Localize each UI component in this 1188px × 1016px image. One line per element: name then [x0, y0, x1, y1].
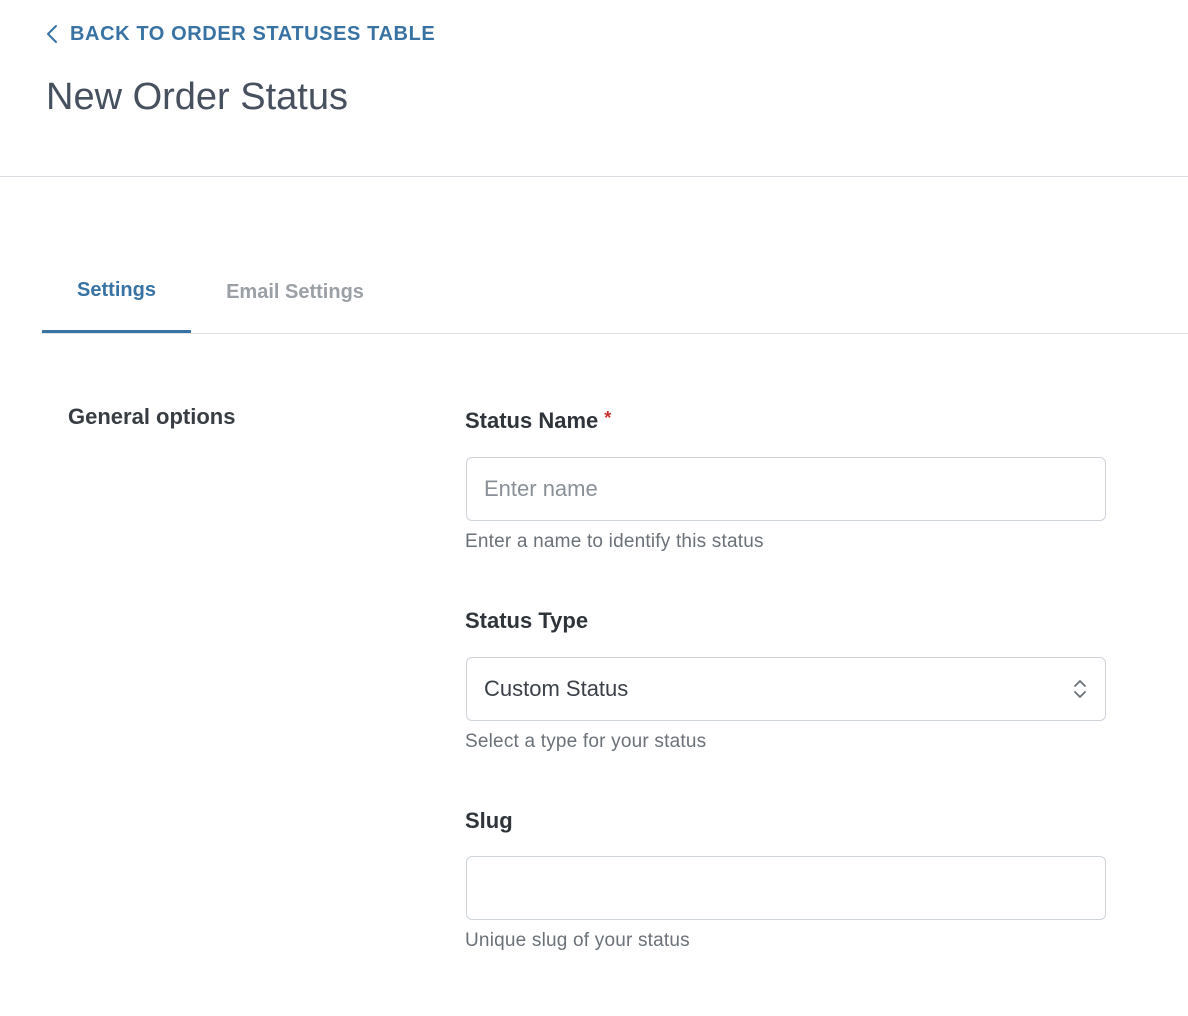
tabs-divider — [42, 333, 1188, 334]
header-divider — [0, 176, 1188, 177]
status-type-help: Select a type for your status — [465, 731, 707, 752]
tab-email-settings[interactable]: Email Settings — [191, 262, 399, 334]
slug-help: Unique slug of your status — [465, 930, 690, 951]
slug-field-box — [466, 856, 1106, 920]
back-to-table-link[interactable]: BACK TO ORDER STATUSES TABLE — [46, 22, 435, 46]
status-type-selected-value: Custom Status — [484, 676, 629, 701]
page: BACK TO ORDER STATUSES TABLE New Order S… — [0, 0, 1188, 1016]
section-label-general-options: General options — [68, 404, 236, 429]
tab-email-settings-label: Email Settings — [226, 280, 364, 303]
tab-settings-label: Settings — [77, 278, 156, 301]
slug-label: Slug — [465, 808, 513, 833]
back-link-label: BACK TO ORDER STATUSES TABLE — [70, 22, 436, 45]
up-down-chevron-icon — [1072, 675, 1088, 703]
chevron-left-icon — [46, 22, 60, 46]
page-title: New Order Status — [46, 76, 348, 118]
required-marker: * — [604, 408, 612, 428]
status-type-select[interactable]: Custom Status — [466, 657, 1106, 721]
status-name-input[interactable] — [484, 476, 1088, 502]
tab-bar: Settings Email Settings — [42, 262, 399, 334]
status-name-label-text: Status Name — [465, 408, 599, 433]
status-name-help: Enter a name to identify this status — [465, 531, 764, 552]
status-name-label: Status Name * — [465, 408, 611, 434]
status-name-field-box — [466, 457, 1106, 521]
slug-input[interactable] — [484, 875, 1088, 901]
status-type-label: Status Type — [465, 608, 589, 633]
tab-settings[interactable]: Settings — [42, 262, 191, 334]
